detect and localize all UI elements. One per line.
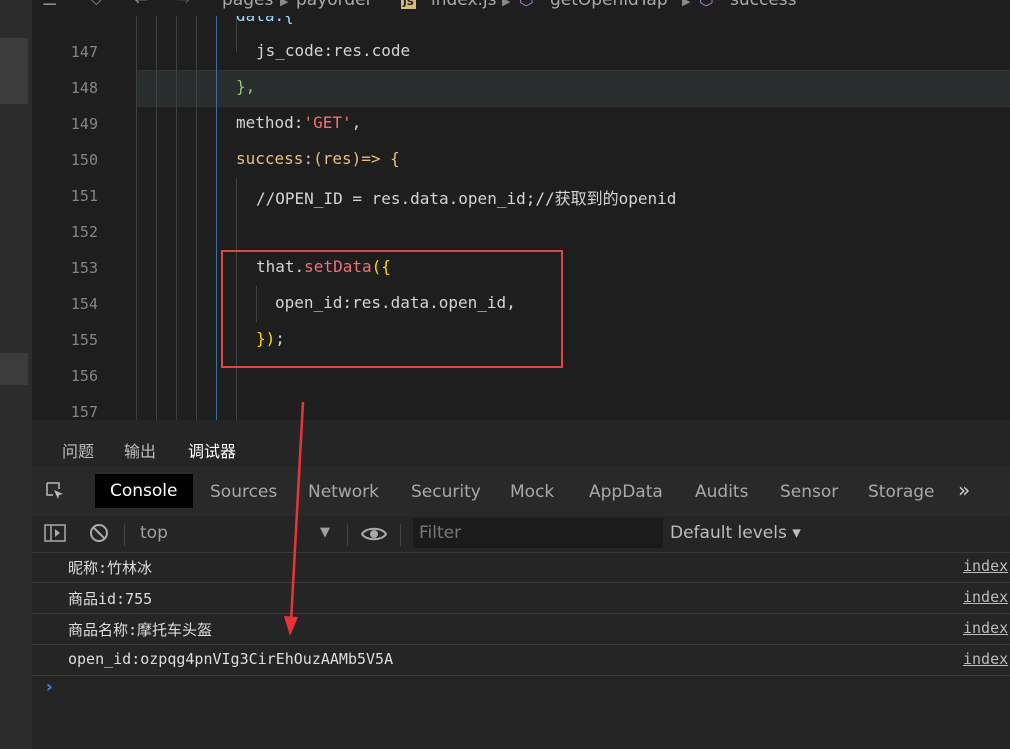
annotation-arrow [284,401,305,636]
